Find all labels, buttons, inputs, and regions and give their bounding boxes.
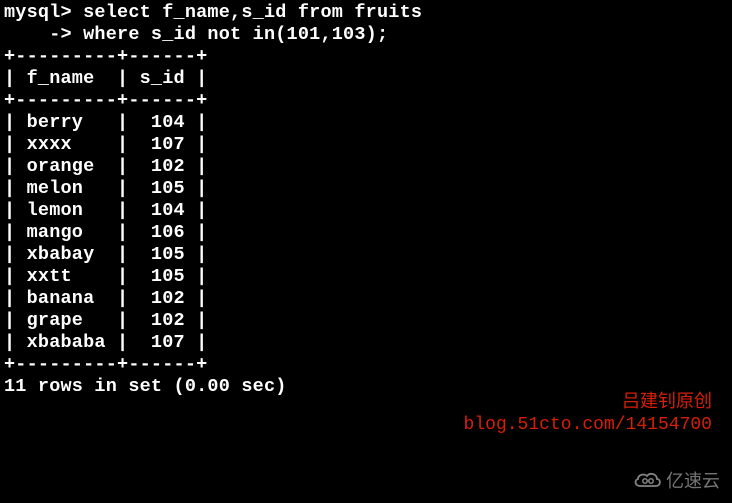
prompt-continuation: -> xyxy=(4,24,72,45)
table-row: | banana | 102 | xyxy=(4,288,207,309)
author-name: 吕建钊原创 xyxy=(464,387,712,413)
brand-watermark: 亿速云 xyxy=(632,467,720,493)
table-row: | xbabay | 105 | xyxy=(4,244,207,265)
table-row: | mango | 106 | xyxy=(4,222,207,243)
table-header: | f_name | s_id | xyxy=(4,68,207,89)
author-blog-url: blog.51cto.com/14154700 xyxy=(464,415,712,435)
table-border-bottom: +---------+------+ xyxy=(4,354,207,375)
table-row: | xxxx | 107 | xyxy=(4,134,207,155)
table-row: | melon | 105 | xyxy=(4,178,207,199)
table-row: | xbababa | 107 | xyxy=(4,332,207,353)
table-row: | grape | 102 | xyxy=(4,310,207,331)
table-row: | orange | 102 | xyxy=(4,156,207,177)
author-watermark: 吕建钊原创 blog.51cto.com/14154700 xyxy=(464,387,712,435)
brand-name: 亿速云 xyxy=(666,467,720,493)
table-row: | xxtt | 105 | xyxy=(4,266,207,287)
prompt: mysql> xyxy=(4,2,72,23)
query-line-1: select f_name,s_id from fruits xyxy=(72,2,422,23)
table-row: | lemon | 104 | xyxy=(4,200,207,221)
table-border-top: +---------+------+ xyxy=(4,46,207,67)
cloud-icon xyxy=(632,470,662,490)
query-line-2: where s_id not in(101,103); xyxy=(72,24,388,45)
table-row: | berry | 104 | xyxy=(4,112,207,133)
status-line: 11 rows in set (0.00 sec) xyxy=(4,376,287,397)
table-border-mid: +---------+------+ xyxy=(4,90,207,111)
